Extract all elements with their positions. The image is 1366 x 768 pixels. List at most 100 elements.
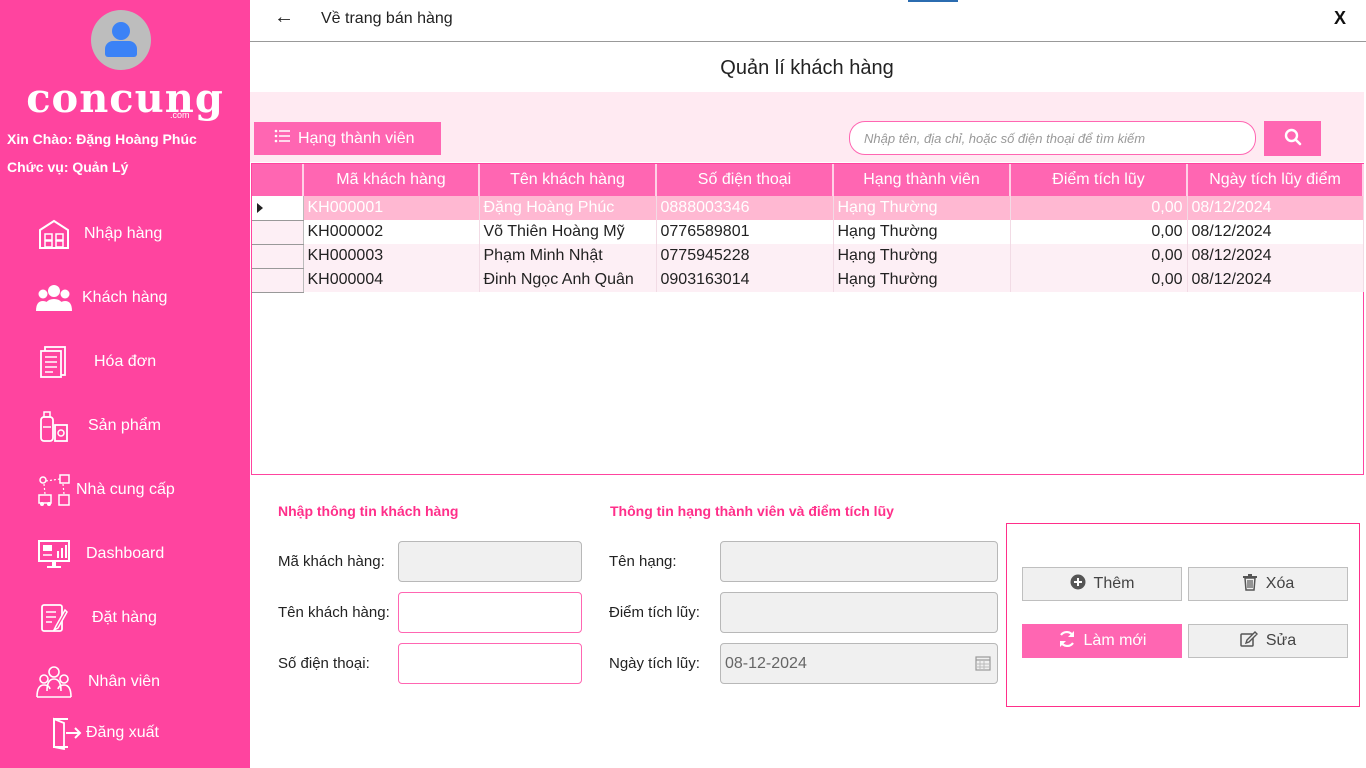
search-input[interactable]	[849, 121, 1256, 155]
cell-date[interactable]: 08/12/2024	[1187, 196, 1364, 220]
row-header[interactable]	[252, 268, 304, 293]
column-header[interactable]: Mã khách hàng	[303, 164, 480, 196]
row-header[interactable]	[252, 220, 304, 245]
cell-rank[interactable]: Hạng Thường	[833, 268, 1011, 292]
cell-points[interactable]: 0,00	[1010, 244, 1188, 268]
cell-customer-name[interactable]: Võ Thiên Hoàng Mỹ	[479, 220, 657, 244]
list-icon	[274, 129, 290, 148]
cell-customer-id[interactable]: KH000001	[303, 196, 480, 220]
cell-date[interactable]: 08/12/2024	[1187, 220, 1364, 244]
cell-customer-name[interactable]: Đinh Ngọc Anh Quân	[479, 268, 657, 292]
sidebar-item-dang-xuat[interactable]: Đăng xuất	[36, 713, 236, 753]
cell-date[interactable]: 08/12/2024	[1187, 268, 1364, 292]
staff-icon	[36, 664, 72, 700]
search-icon	[1284, 128, 1302, 149]
sidebar-item-hoa-don[interactable]: Hóa đơn	[36, 342, 236, 382]
top-bar: ← Về trang bán hàng X	[250, 0, 1366, 42]
sidebar-item-nha-cung-cap[interactable]: Nhà cung cấp	[36, 470, 236, 510]
rank-name-label: Tên hạng:	[609, 553, 677, 570]
row-header[interactable]	[252, 196, 304, 221]
accumulate-date-picker[interactable]: 08-12-2024	[720, 643, 998, 684]
product-icon	[36, 408, 72, 444]
cell-phone[interactable]: 0888003346	[656, 196, 834, 220]
back-to-sales-link[interactable]: Về trang bán hàng	[321, 10, 453, 28]
column-header[interactable]: Điểm tích lũy	[1010, 164, 1188, 196]
role-text: Chức vụ: Quản Lý	[7, 159, 129, 175]
order-icon	[36, 600, 72, 636]
sidebar-item-label: Sản phẩm	[88, 417, 161, 434]
calendar-icon[interactable]	[975, 655, 991, 676]
refresh-icon	[1058, 630, 1076, 653]
sidebar-item-dashboard[interactable]: Dashboard	[36, 534, 236, 574]
sidebar-item-label: Đặt hàng	[92, 609, 157, 626]
rank-form-title: Thông tin hạng thành viên và điểm tích l…	[610, 503, 894, 519]
sidebar-item-dat-hang[interactable]: Đặt hàng	[36, 598, 236, 638]
delete-button[interactable]: Xóa	[1188, 567, 1348, 601]
accumulate-date-value: 08-12-2024	[725, 654, 807, 672]
table-row[interactable]: KH000002 Võ Thiên Hoàng Mỹ 0776589801 Hạ…	[252, 220, 1364, 245]
column-header[interactable]: Ngày tích lũy điểm	[1187, 164, 1364, 196]
add-button-label: Thêm	[1093, 575, 1135, 592]
table-row[interactable]: KH000004 Đinh Ngọc Anh Quân 0903163014 H…	[252, 268, 1364, 293]
avatar	[91, 10, 151, 70]
invoice-icon	[36, 344, 72, 380]
sidebar-item-label: Đăng xuất	[86, 724, 159, 741]
sidebar-item-label: Hóa đơn	[94, 353, 157, 370]
cell-rank[interactable]: Hạng Thường	[833, 244, 1011, 268]
back-arrow-icon[interactable]: ←	[274, 6, 294, 29]
column-header[interactable]: Hạng thành viên	[833, 164, 1011, 196]
brand-logo: concung	[26, 75, 224, 122]
customer-name-field[interactable]	[398, 592, 582, 633]
column-header[interactable]: Số điện thoại	[656, 164, 834, 196]
cell-customer-id[interactable]: KH000004	[303, 268, 480, 292]
cell-customer-name[interactable]: Đặng Hoàng Phúc	[479, 196, 657, 220]
customer-grid[interactable]: Mã khách hàng Tên khách hàng Số điện tho…	[251, 163, 1364, 475]
cell-customer-id[interactable]: KH000003	[303, 244, 480, 268]
row-header[interactable]	[252, 244, 304, 269]
table-row[interactable]: KH000001 Đặng Hoàng Phúc 0888003346 Hạng…	[252, 196, 1364, 221]
cell-phone[interactable]: 0903163014	[656, 268, 834, 292]
edit-button[interactable]: Sửa	[1188, 624, 1348, 658]
add-button[interactable]: Thêm	[1022, 567, 1182, 601]
warehouse-icon	[36, 216, 72, 252]
window-tab-indicator	[908, 0, 958, 2]
sidebar-item-label: Nhập hàng	[84, 225, 163, 242]
sidebar: concung .com Xin Chào: Đặng Hoàng Phúc C…	[0, 0, 250, 768]
customer-id-field[interactable]	[398, 541, 582, 582]
sidebar-item-nhap-hang[interactable]: Nhập hàng	[36, 214, 236, 254]
edit-icon	[1240, 630, 1258, 652]
rank-name-field[interactable]	[720, 541, 998, 582]
cell-rank[interactable]: Hạng Thường	[833, 220, 1011, 244]
delete-button-label: Xóa	[1265, 575, 1295, 592]
sidebar-item-label: Nhà cung cấp	[76, 481, 175, 498]
edit-button-label: Sửa	[1265, 632, 1297, 649]
column-header[interactable]: Tên khách hàng	[479, 164, 657, 196]
dashboard-icon	[36, 536, 72, 572]
membership-rank-button[interactable]: Hạng thành viên	[254, 122, 441, 155]
cell-customer-name[interactable]: Phạm Minh Nhật	[479, 244, 657, 268]
sidebar-item-label: Dashboard	[86, 545, 165, 562]
table-row[interactable]: KH000003 Phạm Minh Nhật 0775945228 Hạng …	[252, 244, 1364, 269]
points-field[interactable]	[720, 592, 998, 633]
cell-rank[interactable]: Hạng Thường	[833, 196, 1011, 220]
search-button[interactable]	[1264, 121, 1321, 156]
cell-points[interactable]: 0,00	[1010, 196, 1188, 220]
users-icon	[36, 280, 72, 316]
cell-points[interactable]: 0,00	[1010, 220, 1188, 244]
cell-phone[interactable]: 0776589801	[656, 220, 834, 244]
cell-customer-id[interactable]: KH000002	[303, 220, 480, 244]
membership-rank-button-label: Hạng thành viên	[298, 129, 415, 147]
grid-corner-cell[interactable]	[252, 164, 304, 196]
customer-name-label: Tên khách hàng:	[278, 604, 390, 621]
phone-label: Số điện thoại:	[278, 655, 370, 672]
sidebar-item-nhan-vien[interactable]: Nhân viên	[36, 662, 236, 702]
sidebar-item-san-pham[interactable]: Sản phẩm	[36, 406, 236, 446]
phone-field[interactable]	[398, 643, 582, 684]
cell-points[interactable]: 0,00	[1010, 268, 1188, 292]
refresh-button[interactable]: Làm mới	[1022, 624, 1182, 658]
accumulate-date-label: Ngày tích lũy:	[609, 655, 700, 672]
close-icon[interactable]: X	[1334, 8, 1346, 29]
cell-phone[interactable]: 0775945228	[656, 244, 834, 268]
cell-date[interactable]: 08/12/2024	[1187, 244, 1364, 268]
sidebar-item-khach-hang[interactable]: Khách hàng	[36, 278, 236, 318]
